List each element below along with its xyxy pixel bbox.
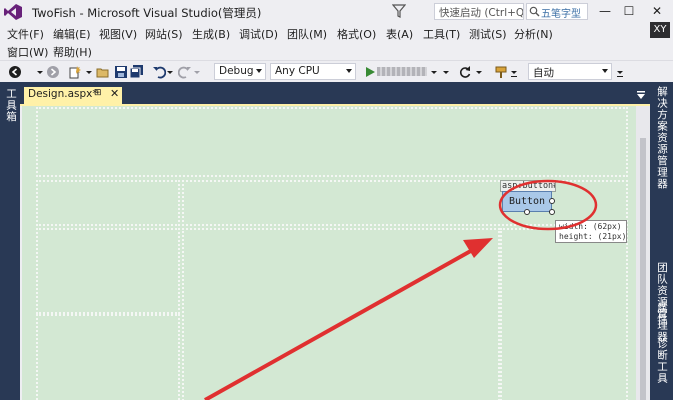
tab-list-dropdown-icon[interactable] [635,89,647,101]
tab-design-aspx[interactable]: Design.aspx* ⊞ ✕ [24,87,122,104]
resize-handle-corner[interactable] [549,209,555,215]
search-icon [529,6,540,17]
redo-dropdown-icon[interactable] [193,65,201,79]
scrollbar-thumb[interactable] [640,138,646,400]
close-tab-icon[interactable]: ✕ [110,87,119,100]
configuration-value: Debug [219,65,254,77]
menu-edit[interactable]: 编辑(E) [53,26,91,42]
open-folder-icon[interactable] [96,65,110,79]
tab-label: Design.aspx* [28,88,98,100]
pin-icon[interactable]: ⊞ [94,88,102,98]
navigate-back-icon[interactable] [8,65,22,79]
back-dropdown-icon[interactable] [36,65,44,79]
chevron-down-icon [602,69,608,73]
menu-analyze[interactable]: 分析(N) [514,26,553,42]
toolbox-tab[interactable]: 工具箱 [4,88,19,123]
window-title: TwoFish - Microsoft Visual Studio(管理员) [32,6,262,20]
platform-value: Any CPU [275,65,320,77]
header-region[interactable] [36,107,628,177]
properties-tab[interactable]: 属性 [655,302,670,325]
save-icon[interactable] [114,65,128,79]
menu-help[interactable]: 帮助(H) [53,44,92,60]
width-readout: width: (62px) [559,222,622,231]
close-window-button[interactable]: ✕ [648,2,666,20]
right-tool-window-strip: 解决方案资源管理器 团队资源管理器 诊断工具 [650,82,673,400]
menu-test[interactable]: 测试(S) [469,26,507,42]
notifications-filter-icon[interactable] [392,4,406,18]
left-cell-middle[interactable] [36,228,180,314]
menu-view[interactable]: 视图(V) [99,26,137,42]
left-tool-window-strip: 工具箱 [0,82,20,400]
zoom-select[interactable]: 自动 [528,63,612,80]
right-cell-bottom[interactable] [500,228,628,400]
chevron-down-icon [256,69,262,73]
ime-label: 五笔字型 [541,9,581,20]
start-target-label[interactable] [377,67,427,76]
zoom-value: 自动 [533,67,554,79]
refresh-dropdown-icon[interactable] [475,65,483,79]
maximize-button[interactable]: ☐ [620,2,638,20]
standard-toolbar: Debug Any CPU 自动 [0,60,673,82]
new-project-dropdown-icon[interactable] [85,65,93,79]
new-project-icon[interactable] [68,65,82,79]
toolbar-options-icon[interactable] [616,65,624,79]
save-all-icon[interactable] [130,65,144,79]
left-cell-bottom[interactable] [36,314,180,400]
minimize-button[interactable]: — [596,2,614,20]
navigate-forward-icon[interactable] [46,65,60,79]
undo-dropdown-icon[interactable] [166,65,174,79]
diagnostic-tools-tab[interactable]: 诊断工具 [655,338,670,384]
refresh-icon[interactable] [458,65,472,79]
toolbar-overflow-icon[interactable] [510,65,518,79]
chevron-down-icon [346,69,352,73]
menu-window[interactable]: 窗口(W) [7,44,48,60]
menu-tools[interactable]: 工具(T) [423,26,460,42]
size-tooltip: width: (62px) height: (21px) [555,220,627,243]
browser-dropdown-icon[interactable] [442,65,450,79]
content-cell[interactable] [182,228,500,400]
menu-format[interactable]: 格式(O) [337,26,376,42]
visual-studio-logo-icon [4,4,22,20]
menu-build[interactable]: 生成(B) [192,26,230,42]
menu-table[interactable]: 表(A) [386,26,413,42]
start-dropdown-icon[interactable] [430,65,438,79]
resize-handle-right[interactable] [549,198,555,204]
redo-icon[interactable] [178,65,192,79]
menu-website[interactable]: 网站(S) [145,26,183,42]
format-painter-icon[interactable] [494,65,508,79]
menu-bar: 文件(F) 编辑(E) 视图(V) 网站(S) 生成(B) 调试(D) 团队(M… [0,24,673,59]
menu-team[interactable]: 团队(M) [287,26,327,42]
height-readout: height: (21px) [559,232,627,241]
solution-platform-select[interactable]: Any CPU [270,63,356,80]
start-debugging-icon[interactable] [363,65,377,79]
menu-file[interactable]: 文件(F) [7,26,44,42]
solution-explorer-tab[interactable]: 解决方案资源管理器 [655,86,670,190]
resize-handle-bottom[interactable] [524,209,530,215]
undo-icon[interactable] [152,65,166,79]
solution-configuration-select[interactable]: Debug [214,63,266,80]
menu-debug[interactable]: 调试(D) [239,26,278,42]
title-bar: TwoFish - Microsoft Visual Studio(管理员) 快… [0,0,673,24]
user-avatar[interactable]: XY [650,22,670,38]
left-cell-top[interactable] [36,180,180,226]
quick-launch-input[interactable]: 快速启动 (Ctrl+Q) [434,3,524,20]
ime-indicator: 五笔字型 [526,3,588,20]
